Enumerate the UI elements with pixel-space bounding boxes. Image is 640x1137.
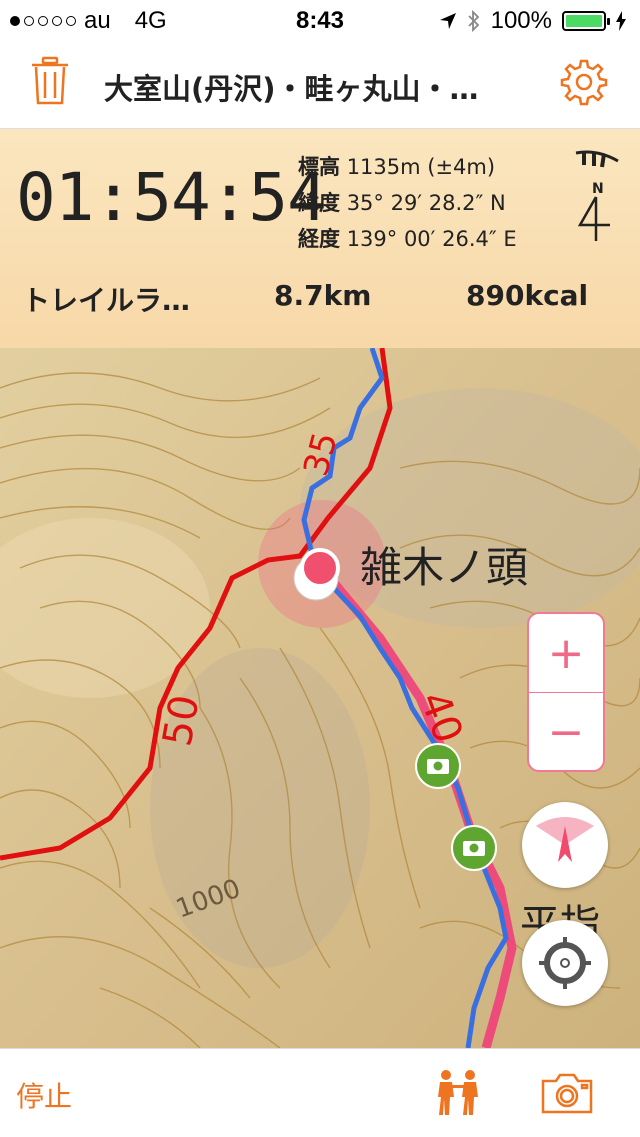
latitude-label: 緯度: [298, 191, 340, 215]
bottom-toolbar: 停止: [0, 1048, 640, 1137]
stop-button[interactable]: 停止: [16, 1075, 72, 1115]
navigation-bar: 大室山(丹沢)・畦ヶ丸山・…: [0, 40, 640, 129]
zoom-control: + −: [527, 612, 605, 772]
activity-type[interactable]: トレイルラ…: [22, 279, 190, 319]
photo-marker-icon[interactable]: [415, 743, 461, 789]
zoom-out-button[interactable]: −: [529, 693, 603, 771]
compass-icon: N: [575, 150, 619, 241]
status-bar: au 4G 8:43 100%: [0, 0, 640, 40]
longitude-label: 経度: [298, 227, 340, 251]
camera-icon[interactable]: [540, 1071, 594, 1115]
peak-label: 雑木ノ頭: [360, 543, 528, 592]
distance-value: 8.7km: [274, 279, 372, 312]
compass-north-label: N: [592, 181, 604, 197]
gear-icon[interactable]: [560, 58, 608, 106]
battery-icon: [562, 11, 610, 31]
elevation-value: 1135m (±4m): [346, 155, 496, 179]
tracking-info-panel: 01:54:54 標高 1135m (±4m) 緯度 35° 29′ 28.2″…: [0, 129, 640, 348]
latitude-value: 35° 29′ 28.2″ N: [346, 191, 506, 215]
location-readout: 標高 1135m (±4m) 緯度 35° 29′ 28.2″ N 経度 139…: [298, 149, 517, 257]
crosshair-icon: [539, 937, 591, 989]
longitude-value: 139° 00′ 26.4″ E: [346, 227, 517, 251]
battery-percent: 100%: [490, 7, 552, 34]
status-right: 100%: [439, 7, 626, 35]
direction-arrow-icon: [536, 817, 594, 862]
current-location-button[interactable]: [522, 920, 608, 1006]
photo-marker-icon[interactable]: [451, 825, 497, 871]
zoom-in-button[interactable]: +: [529, 614, 603, 692]
trash-icon[interactable]: [30, 56, 70, 106]
elapsed-time: 01:54:54: [16, 159, 327, 236]
location-arrow-icon: [439, 13, 456, 29]
calories-value: 890kcal: [466, 279, 589, 312]
heading-mode-button[interactable]: [522, 802, 608, 888]
route-label-50: 50: [155, 692, 209, 750]
bluetooth-icon: [467, 10, 479, 32]
page-title: 大室山(丹沢)・畦ヶ丸山・…: [104, 72, 479, 106]
activity-stats: トレイルラ… 8.7km 890kcal: [0, 279, 640, 319]
elevation-label: 標高: [298, 155, 340, 179]
companions-icon[interactable]: [434, 1069, 482, 1117]
charging-icon: [616, 11, 626, 31]
